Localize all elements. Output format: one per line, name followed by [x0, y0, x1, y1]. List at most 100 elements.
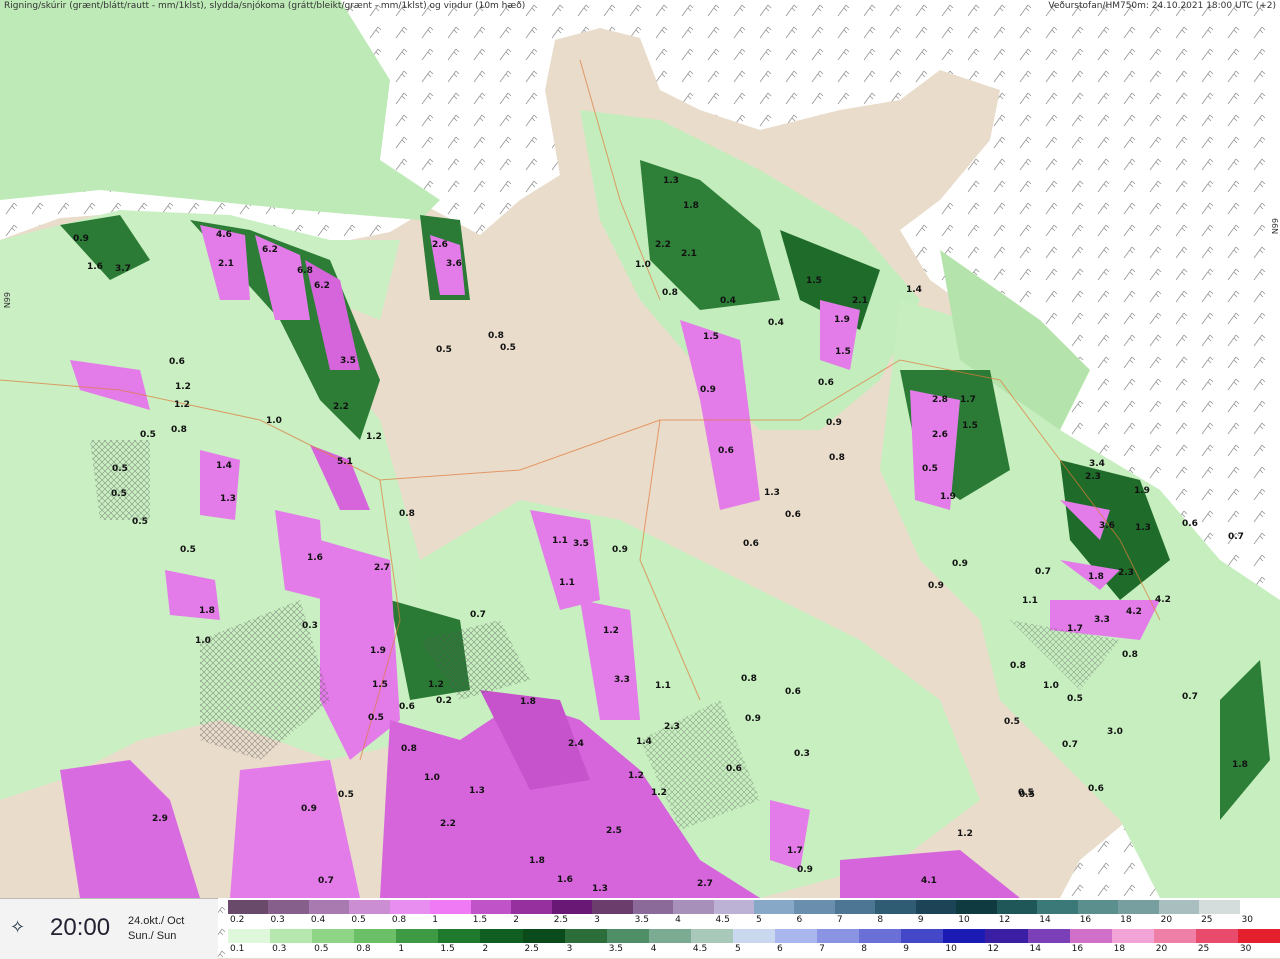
legend-swatch	[648, 929, 692, 943]
legend-swatch	[1195, 929, 1239, 943]
precip-value-label: 0.5	[140, 430, 156, 440]
precip-value-label: 3.5	[340, 356, 356, 366]
precip-value-label: 1.1	[655, 681, 671, 691]
legend-swatch	[1077, 900, 1119, 914]
precip-value-label: 1.0	[635, 260, 651, 270]
legend-label: 0.3	[272, 944, 287, 954]
precip-value-label: 0.5	[1019, 790, 1035, 800]
legend-label: 9	[903, 944, 909, 954]
legend-label: 6	[796, 915, 803, 925]
precip-value-label: 1.2	[366, 432, 382, 442]
legend-swatch	[438, 929, 481, 943]
legend-label: 1	[432, 915, 439, 925]
legend-swatch	[606, 929, 650, 943]
map-title: Rigning/skúrir (grænt/blátt/rautt - mm/1…	[4, 1, 526, 11]
legend-label: 4.5	[715, 915, 730, 925]
legend-label: 14	[1039, 915, 1051, 925]
legend-swatch	[270, 929, 313, 943]
legend-label: 0.1	[230, 944, 245, 954]
latitude-label-right: 66N	[1270, 218, 1279, 235]
precip-value-label: 0.7	[470, 610, 486, 620]
precip-value-label: 1.3	[592, 884, 608, 894]
precip-value-label: 1.5	[835, 347, 851, 357]
precip-value-label: 0.9	[826, 418, 842, 428]
legend-label: 0.2	[230, 915, 245, 925]
legend-label: 3.5	[634, 915, 649, 925]
legend-swatch	[996, 900, 1038, 914]
legend-label: 30	[1239, 944, 1252, 954]
legend-label: 4	[650, 944, 657, 954]
legend-label: 0.5	[314, 944, 329, 954]
legend-swatch	[1239, 900, 1280, 914]
legend-swatch	[592, 900, 634, 914]
precip-value-label: 2.7	[697, 879, 713, 889]
precip-value-label: 1.7	[960, 395, 976, 405]
legend-swatch	[1037, 900, 1079, 914]
rain-color-legend: 0.1 0.3 0.5 0.8 1 1.5 2 2.5 3 3.5 4 4.5 5 6 7 8 9 10 12 14 1…	[228, 929, 1280, 958]
precip-value-label: 1.8	[199, 606, 215, 616]
legend-swatch	[480, 929, 524, 943]
legend-swatch	[312, 929, 355, 943]
precip-value-label: 1.9	[834, 315, 850, 325]
precip-value-label: 0.6	[743, 539, 759, 549]
precip-value-label: 3.0	[1107, 727, 1123, 737]
legend-label: 0.4	[310, 915, 326, 925]
legend-label: 2	[513, 915, 519, 925]
precip-value-label: 1.2	[628, 771, 644, 781]
precip-value-label: 0.8	[399, 509, 415, 519]
precip-value-label: 1.3	[663, 176, 679, 186]
precip-value-label: 0.8	[829, 453, 845, 463]
legend-label: 10	[958, 915, 970, 925]
compass-star-icon[interactable]: ✧	[10, 919, 25, 937]
precip-value-label: 1.0	[424, 773, 440, 783]
precip-value-label: 0.5	[338, 790, 354, 800]
precip-value-label: 1.2	[603, 626, 619, 636]
legend-swatch	[1069, 929, 1113, 943]
legend-label: 25	[1197, 944, 1210, 954]
precip-value-label: 6.8	[297, 266, 313, 276]
precip-value-label: 1.5	[372, 680, 388, 690]
legend-swatch	[690, 929, 734, 943]
precip-value-label: 1.8	[1232, 760, 1248, 770]
precip-value-label: 0.6	[169, 357, 185, 367]
precip-value-label: 1.2	[428, 680, 444, 690]
precip-value-label: 1.0	[266, 416, 282, 426]
precip-value-label: 1.3	[220, 494, 236, 504]
legend-swatch	[228, 929, 271, 943]
legend-label: 7	[836, 915, 843, 925]
precip-value-label: 0.2	[436, 696, 452, 706]
legend-label: 2	[482, 944, 489, 954]
precip-value-label: 4.2	[1126, 607, 1142, 617]
legend-swatch	[268, 900, 310, 914]
legend-swatch	[956, 900, 998, 914]
legend-swatch	[1118, 900, 1160, 914]
precip-value-label: 0.5	[922, 464, 938, 474]
legend-swatch	[915, 900, 957, 914]
precip-value-label: 4.2	[1155, 595, 1171, 605]
legend-label: 4.5	[692, 944, 708, 954]
precip-value-label: 0.5	[132, 517, 148, 527]
precip-value-label: 0.8	[171, 425, 187, 435]
legend-swatch	[396, 929, 439, 943]
precip-value-label: 3.6	[1099, 521, 1115, 531]
precip-value-label: 1.6	[557, 875, 573, 885]
legend-label: 8	[877, 915, 884, 925]
legend-swatch	[1237, 929, 1280, 943]
precip-value-label: 2.3	[1118, 568, 1134, 578]
legend-label: 14	[1029, 944, 1041, 954]
legend-swatch	[834, 900, 876, 914]
precip-value-label: 6.2	[314, 281, 330, 291]
legend-swatch	[430, 900, 472, 914]
legend-label: 7	[819, 944, 825, 954]
precip-value-label: 0.8	[662, 288, 678, 298]
legend-swatch	[775, 929, 818, 943]
precip-value-label: 0.3	[794, 749, 810, 759]
latitude-label-left: 66N	[2, 292, 11, 309]
precip-value-label: 1.8	[529, 856, 545, 866]
forecast-time: 20:00	[50, 914, 111, 941]
precip-value-label: 6.2	[262, 245, 278, 255]
precip-value-label: 1.0	[1043, 681, 1059, 691]
precip-value-label: 2.1	[852, 296, 868, 306]
legend-label: 12	[998, 915, 1011, 925]
legend-swatch	[1199, 900, 1241, 914]
